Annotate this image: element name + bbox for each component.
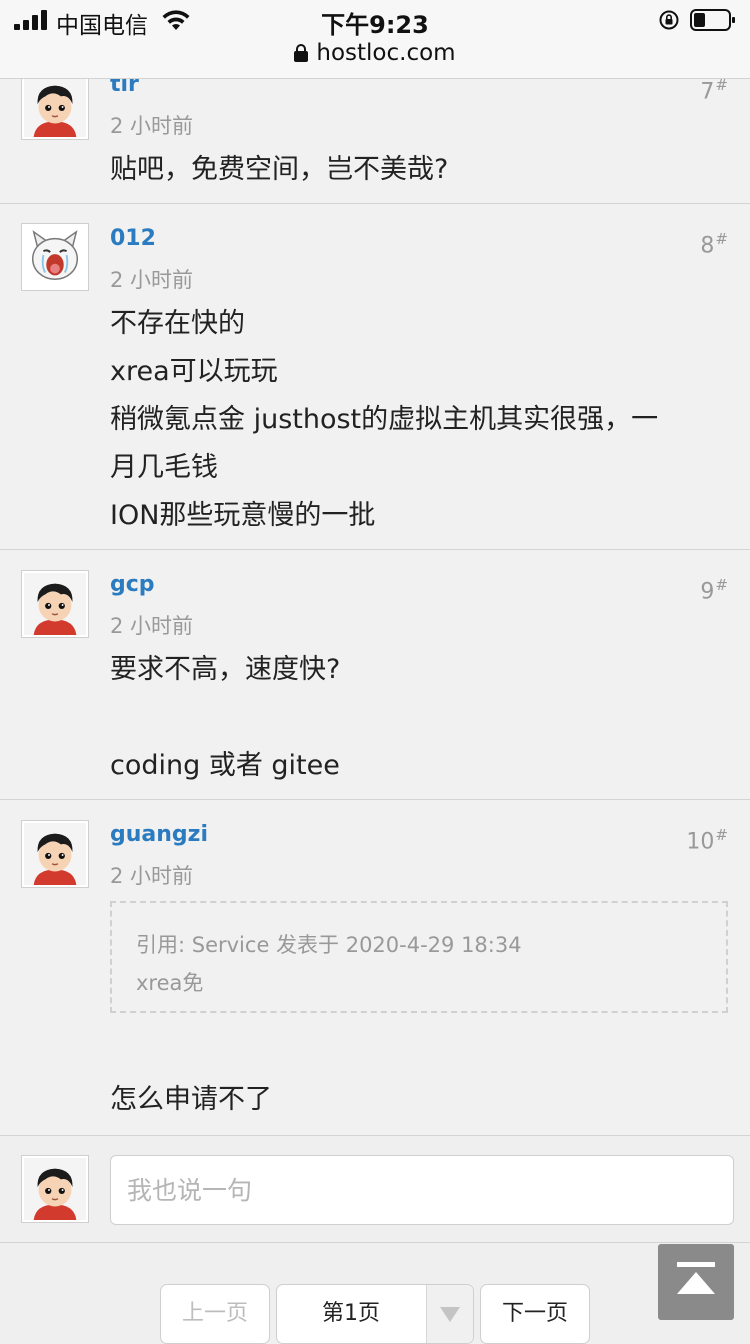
quote-text: xrea免	[136, 971, 204, 995]
post-content-line: 稍微氪点金 justhost的虚拟主机其实很强，一	[110, 404, 659, 435]
current-page-label: 第1页	[322, 1301, 380, 1326]
floor-number: 9#	[700, 576, 728, 605]
avatar[interactable]	[21, 570, 89, 638]
post-content-line: 不存在快的	[110, 308, 245, 339]
quote-header: 引用: Service 发表于 2020-4-29 18:34	[136, 933, 522, 957]
my-avatar	[21, 1155, 89, 1223]
cartoon-boy-avatar-icon	[24, 573, 86, 635]
reply-input[interactable]	[110, 1155, 734, 1225]
dropdown-toggle[interactable]	[426, 1285, 473, 1343]
username[interactable]: 012	[110, 226, 156, 251]
page-select[interactable]: 第1页	[276, 1284, 474, 1344]
back-to-top-button[interactable]	[658, 1244, 734, 1320]
post-content-line: ION那些玩意慢的一批	[110, 500, 376, 531]
prev-page-button[interactable]: 上一页	[160, 1284, 270, 1344]
post-content-line: 贴吧，免费空间，岂不美哉?	[110, 154, 449, 185]
triangle-down-icon	[440, 1307, 460, 1322]
avatar[interactable]	[21, 72, 89, 140]
post-time: 2 小时前	[110, 268, 194, 292]
arrow-up-to-top-icon	[677, 1262, 715, 1294]
post-floor-9: gcp 2 小时前 9# 要求不高，速度快? coding 或者 gitee	[0, 550, 750, 800]
cartoon-boy-avatar-icon	[24, 1158, 86, 1220]
reply-bar	[0, 1136, 750, 1243]
next-page-button[interactable]: 下一页	[480, 1284, 590, 1344]
status-time: 下午9:23	[321, 11, 429, 39]
browser-top-bar: 中国电信 下午9:23 hostloc.com	[0, 0, 750, 79]
avatar[interactable]	[21, 223, 89, 291]
lock-icon	[294, 44, 309, 62]
post-content-line: coding 或者 gitee	[110, 750, 340, 781]
battery-icon	[690, 9, 735, 31]
floor-number: 7#	[700, 76, 728, 105]
quote-block: 引用: Service 发表于 2020-4-29 18:34 xrea免	[110, 901, 728, 1013]
post-time: 2 小时前	[110, 614, 194, 638]
username[interactable]: gcp	[110, 572, 155, 597]
avatar[interactable]	[21, 820, 89, 888]
post-time: 2 小时前	[110, 864, 194, 888]
cartoon-boy-avatar-icon	[24, 75, 86, 137]
url-text: hostloc.com	[316, 40, 456, 66]
crying-cat-avatar-icon	[24, 226, 86, 288]
post-floor-8: 012 2 小时前 8# 不存在快的 xrea可以玩玩 稍微氪点金 justho…	[0, 204, 750, 550]
post-time: 2 小时前	[110, 114, 194, 138]
floor-number: 10#	[686, 826, 728, 855]
rotation-lock-icon	[659, 10, 679, 30]
post-floor-10: guangzi 2 小时前 10# 引用: Service 发表于 2020-4…	[0, 800, 750, 1136]
post-content-line: 要求不高，速度快?	[110, 654, 341, 685]
username[interactable]: guangzi	[110, 822, 208, 847]
post-content-line: 怎么申请不了	[110, 1084, 272, 1115]
floor-number: 8#	[700, 230, 728, 259]
post-content-line: 月几毛钱	[110, 452, 218, 483]
cartoon-boy-avatar-icon	[24, 823, 86, 885]
address-bar[interactable]: hostloc.com	[0, 40, 750, 66]
post-content-line: xrea可以玩玩	[110, 356, 278, 387]
